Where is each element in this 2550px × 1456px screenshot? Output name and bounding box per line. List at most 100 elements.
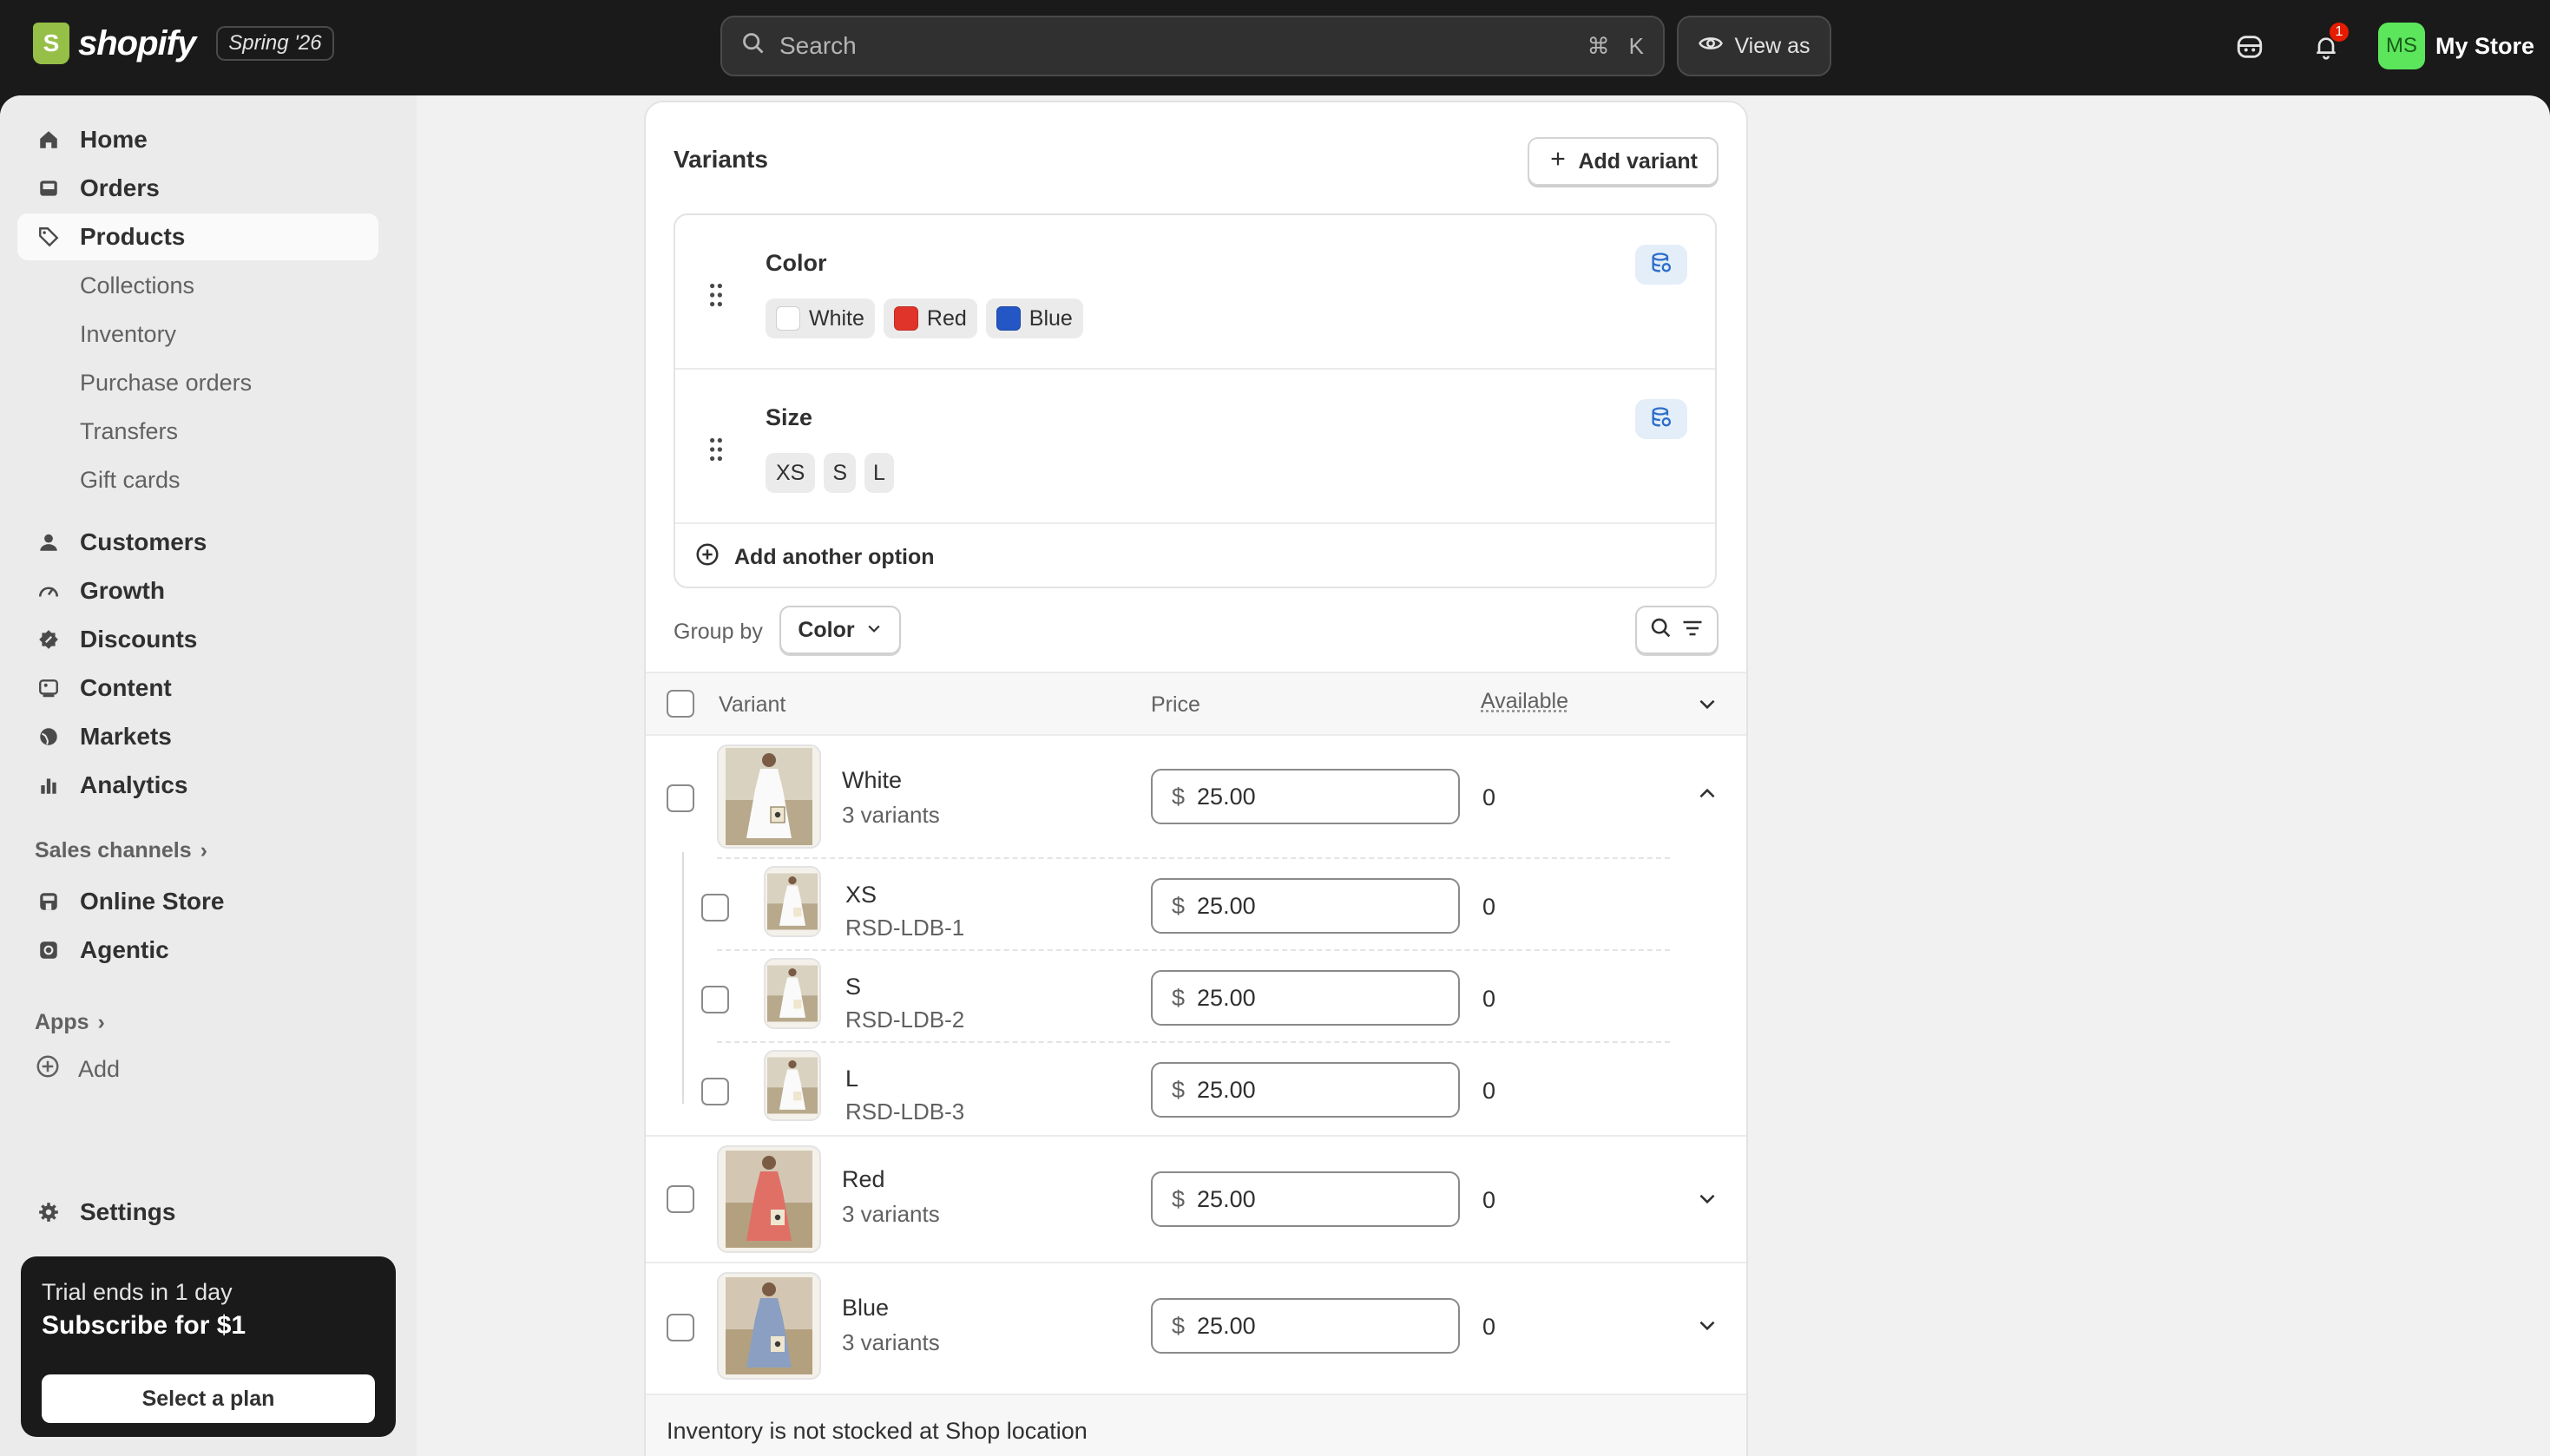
add-another-option-button[interactable]: Add another option (694, 541, 935, 574)
drag-handle-icon[interactable] (708, 437, 724, 466)
column-variant: Variant (719, 692, 786, 717)
sidebar-item-label: Customers (80, 528, 207, 555)
sidebar-item-content[interactable]: Content (17, 665, 378, 712)
available-quantity[interactable]: 0 (1482, 894, 1495, 921)
chevron-down-icon[interactable] (1696, 692, 1719, 719)
row-checkbox[interactable] (701, 1078, 729, 1105)
view-as-button[interactable]: View as (1677, 16, 1831, 76)
sidebar-item-customers[interactable]: Customers (17, 519, 378, 566)
price-value: 25.00 (1197, 892, 1256, 919)
season-badge[interactable]: Spring '26 (216, 26, 334, 61)
eye-icon (1698, 30, 1724, 62)
sidebar-item-growth[interactable]: Growth (17, 567, 378, 614)
sidebar-subitem-gift-cards[interactable]: Gift cards (80, 458, 181, 502)
price-input[interactable]: $25.00 (1151, 970, 1460, 1026)
add-variant-label: Add variant (1578, 148, 1698, 174)
currency-symbol: $ (1172, 1185, 1186, 1212)
top-bar: S shopify Spring '26 Search ⌘ K View as … (0, 0, 2550, 95)
sidebar-item-label: Products (80, 223, 186, 250)
product-image-white[interactable] (717, 744, 821, 849)
chevron-down-icon (865, 618, 883, 643)
shopify-logo[interactable]: S shopify Spring '26 (33, 23, 334, 64)
search-input[interactable]: Search ⌘ K (720, 16, 1665, 76)
chip-label: Blue (1029, 305, 1073, 331)
metafield-button[interactable] (1635, 245, 1687, 285)
chevron-down-icon[interactable] (1696, 1314, 1719, 1341)
group-by-select[interactable]: Color (779, 606, 901, 654)
variant-group-red: Red 3 variants $25.00 0 (646, 1135, 1746, 1262)
sidebar-item-settings[interactable]: Settings (17, 1189, 378, 1236)
row-checkbox[interactable] (701, 894, 729, 921)
add-app-button[interactable]: Add (35, 1053, 120, 1085)
variants-card: Variants Add variant Color White Red Blu… (646, 102, 1746, 1456)
available-quantity[interactable]: 0 (1482, 1078, 1495, 1105)
product-image-xs[interactable] (764, 866, 821, 937)
price-value: 25.00 (1197, 783, 1256, 810)
database-icon (1649, 405, 1673, 434)
apps-heading[interactable]: Apps › (35, 1010, 105, 1035)
row-checkbox[interactable] (667, 1185, 694, 1213)
sidebar-subitem-collections[interactable]: Collections (80, 264, 194, 307)
select-all-checkbox[interactable] (667, 690, 694, 718)
sidebar-item-orders[interactable]: Orders (17, 165, 378, 212)
sidebar-subitem-purchase-orders[interactable]: Purchase orders (80, 361, 252, 404)
sidebar-item-online-store[interactable]: Online Store (17, 878, 378, 925)
bell-icon[interactable]: 1 (2309, 23, 2349, 64)
variant-name: S (845, 974, 862, 1000)
currency-symbol: $ (1172, 1076, 1186, 1103)
row-checkbox[interactable] (667, 784, 694, 812)
price-input[interactable]: $25.00 (1151, 769, 1460, 824)
drag-handle-icon[interactable] (708, 283, 724, 312)
product-image-l[interactable] (764, 1050, 821, 1121)
column-available[interactable]: Available (1481, 689, 1568, 714)
sidebar-item-markets[interactable]: Markets (17, 713, 378, 760)
sidebar-item-analytics[interactable]: Analytics (17, 762, 378, 809)
option-row-size[interactable]: Size XS S L (675, 370, 1715, 524)
row-checkbox[interactable] (701, 986, 729, 1013)
price-input[interactable]: $25.00 (1151, 1171, 1460, 1227)
search-filter-button[interactable] (1635, 606, 1719, 654)
tag-icon (35, 223, 62, 251)
add-variant-button[interactable]: Add variant (1528, 137, 1719, 186)
sidebar-item-label: Markets (80, 723, 172, 750)
metafield-button[interactable] (1635, 399, 1687, 439)
price-input[interactable]: $25.00 (1151, 878, 1460, 934)
chevron-up-icon[interactable] (1696, 783, 1719, 810)
product-image-s[interactable] (764, 958, 821, 1029)
sidebar-item-label: Agentic (80, 936, 169, 963)
option-row-color[interactable]: Color White Red Blue (675, 215, 1715, 370)
option-value-chip: L (864, 453, 894, 493)
currency-symbol: $ (1172, 1312, 1186, 1339)
chevron-down-icon[interactable] (1696, 1187, 1719, 1214)
sidekick-icon[interactable] (2232, 30, 2267, 64)
sidebar-subitem-transfers[interactable]: Transfers (80, 410, 178, 453)
sidebar-item-discounts[interactable]: Discounts (17, 616, 378, 663)
group-by-value: Color (798, 617, 855, 642)
sidebar-subitem-inventory[interactable]: Inventory (80, 312, 176, 356)
price-value: 25.00 (1197, 1185, 1256, 1212)
app-frame: Home Orders Products Collections Invento… (0, 95, 2550, 1456)
available-quantity[interactable]: 0 (1482, 1314, 1495, 1341)
trial-status: Trial ends in 1 day (42, 1279, 233, 1305)
sidebar-item-agentic[interactable]: Agentic (17, 927, 378, 974)
shopify-bag-icon: S (33, 23, 69, 64)
available-quantity[interactable]: 0 (1482, 784, 1495, 811)
option-name: Color (766, 250, 827, 276)
available-quantity[interactable]: 0 (1482, 1187, 1495, 1214)
row-checkbox[interactable] (667, 1314, 694, 1341)
select-plan-button[interactable]: Select a plan (42, 1374, 375, 1423)
price-input[interactable]: $25.00 (1151, 1062, 1460, 1118)
product-image-blue[interactable] (717, 1272, 821, 1380)
filter-icon (1680, 616, 1705, 645)
group-variant-count: 3 variants (842, 802, 940, 828)
currency-symbol: $ (1172, 984, 1186, 1011)
store-menu[interactable]: MS My Store (2378, 23, 2534, 69)
plus-circle-icon (694, 541, 720, 574)
sales-channels-heading[interactable]: Sales channels › (35, 838, 207, 863)
available-quantity[interactable]: 0 (1482, 986, 1495, 1013)
sidebar-item-products[interactable]: Products (17, 213, 378, 260)
sidebar-item-home[interactable]: Home (17, 116, 378, 163)
price-input[interactable]: $25.00 (1151, 1298, 1460, 1354)
product-image-red[interactable] (717, 1145, 821, 1253)
option-value-chip: S (824, 453, 857, 493)
